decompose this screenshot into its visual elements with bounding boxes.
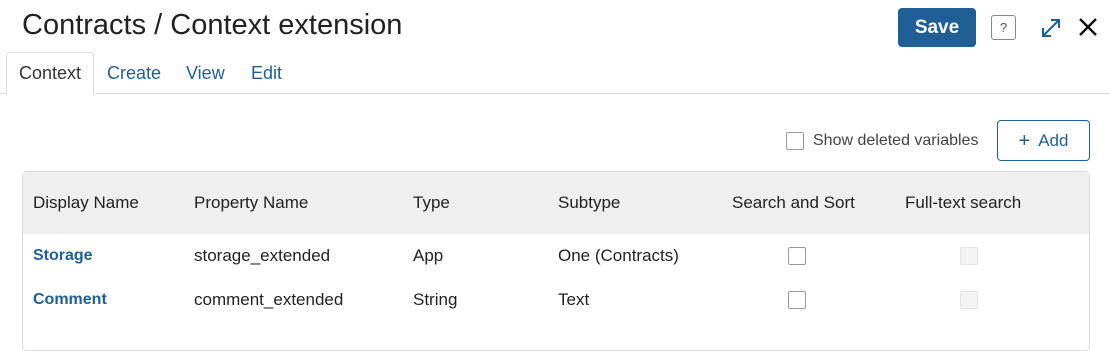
expand-button[interactable] (1039, 16, 1063, 40)
plus-icon: + (1018, 129, 1031, 152)
search-sort-checkbox[interactable] (788, 291, 806, 309)
property-name-cell: storage_extended (194, 246, 331, 265)
search-sort-cell (788, 278, 806, 322)
subtype-cell: One (Contracts) (558, 246, 679, 265)
close-button[interactable] (1076, 15, 1100, 39)
display-name-link[interactable]: Comment (33, 278, 107, 322)
tab-bar: Context Create View Edit (0, 52, 1110, 95)
column-header-type[interactable]: Type (413, 172, 450, 234)
full-text-cell (960, 278, 978, 322)
search-sort-cell (788, 234, 806, 278)
column-header-display-name[interactable]: Display Name (33, 172, 139, 234)
full-text-checkbox (960, 291, 978, 309)
help-button[interactable]: ? (991, 15, 1016, 40)
column-header-property-name[interactable]: Property Name (194, 172, 308, 234)
search-sort-checkbox[interactable] (788, 247, 806, 265)
table-header: Display Name Property Name Type Subtype … (23, 172, 1089, 234)
tab-create[interactable]: Create (107, 52, 161, 94)
show-deleted-toggle[interactable]: Show deleted variables (786, 132, 978, 150)
show-deleted-label: Show deleted variables (813, 132, 979, 149)
tab-context[interactable]: Context (6, 52, 95, 95)
save-button[interactable]: Save (898, 8, 976, 47)
variables-table: Display Name Property Name Type Subtype … (22, 171, 1090, 351)
tab-view[interactable]: View (186, 52, 225, 94)
add-button-label: Add (1038, 130, 1069, 150)
column-header-full-text-search[interactable]: Full-text search (905, 172, 1021, 234)
table-row[interactable]: Storage storage_extended App One (Contra… (23, 234, 1089, 278)
expand-icon (1042, 19, 1060, 37)
column-header-subtype[interactable]: Subtype (558, 172, 620, 234)
show-deleted-checkbox[interactable] (786, 132, 804, 150)
property-name-cell: comment_extended (194, 290, 344, 309)
help-icon: ? (999, 20, 1008, 35)
page-title: Contracts / Context extension (22, 9, 403, 41)
display-name-link[interactable]: Storage (33, 234, 93, 278)
full-text-checkbox (960, 247, 978, 265)
full-text-cell (960, 234, 978, 278)
type-cell: String (413, 290, 458, 309)
table-row[interactable]: Comment comment_extended String Text (23, 278, 1089, 322)
tab-edit[interactable]: Edit (251, 52, 282, 94)
add-button[interactable]: + Add (997, 120, 1090, 161)
subtype-cell: Text (558, 290, 590, 309)
close-icon (1079, 18, 1097, 36)
type-cell: App (413, 246, 444, 265)
column-header-search-sort[interactable]: Search and Sort (732, 172, 855, 234)
